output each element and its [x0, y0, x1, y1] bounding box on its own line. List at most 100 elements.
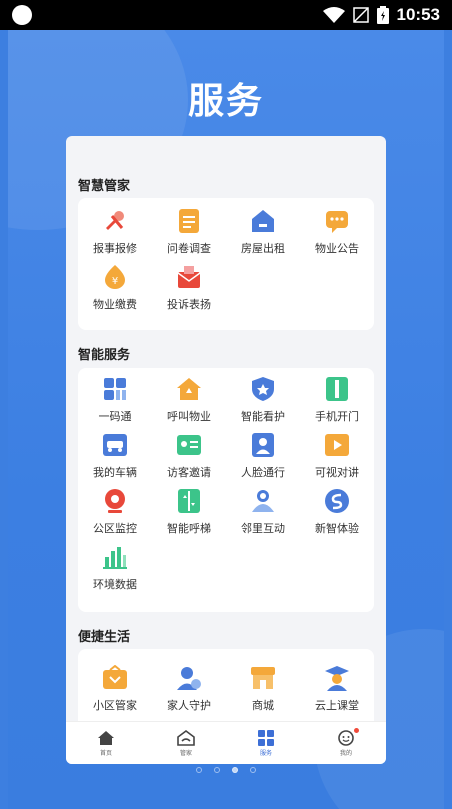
service-label: 物业缴费 — [93, 299, 137, 311]
section-title-convenient-life: 便捷生活 — [78, 629, 131, 644]
wifi-icon — [322, 7, 345, 23]
service-label: 商城 — [252, 700, 274, 712]
status-bar: 10:53 — [0, 0, 452, 30]
face-pass-icon — [250, 432, 276, 458]
service-item-phone-door[interactable]: 手机开门 — [300, 372, 374, 428]
service-label: 一码通 — [98, 411, 132, 423]
announcement-icon — [324, 208, 350, 234]
signal-off-icon — [352, 7, 369, 23]
service-item-repair[interactable]: 报事报修 — [78, 204, 152, 260]
service-item-public-monitor[interactable]: 公区监控 — [78, 484, 152, 540]
service-item-shop[interactable]: 商城 — [226, 661, 300, 717]
service-item-video-intercom[interactable]: 可视对讲 — [300, 428, 374, 484]
service-label: 人脸通行 — [241, 467, 285, 479]
service-item-neighbor[interactable]: 邻里互动 — [226, 484, 300, 540]
service-label: 问卷调查 — [167, 243, 211, 255]
online-class-icon — [324, 665, 350, 691]
status-notification-dot — [12, 5, 32, 25]
tab-label: 首页 — [99, 750, 112, 757]
service-item-community-butler[interactable]: 小区管家 — [78, 661, 152, 717]
service-item-family-guard[interactable]: 家人守护 — [152, 661, 226, 717]
service-label: 报事报修 — [93, 243, 137, 255]
tab-label: 服务 — [259, 750, 272, 757]
tab-label: 我的 — [339, 750, 352, 757]
service-label: 手机开门 — [315, 411, 359, 423]
complaint-mailbox-icon — [176, 264, 202, 290]
butler-tab-icon — [177, 729, 195, 746]
questionnaire-icon — [176, 208, 202, 234]
service-label: 可视对讲 — [315, 467, 359, 479]
service-label: 房屋出租 — [241, 243, 285, 255]
camera-icon — [102, 488, 128, 514]
tab-profile[interactable]: 我的 — [306, 722, 386, 764]
profile-icon — [338, 729, 354, 746]
wrench-screwdriver-icon — [102, 208, 128, 234]
section-smart-butler: 报事报修 问卷调查 房屋出租 物业公告 ¥ 物业缴费 投诉表扬 — [78, 198, 374, 330]
service-label: 呼叫物业 — [167, 411, 211, 423]
section-convenient-life: 小区管家 家人守护 商城 云上课堂 — [78, 649, 374, 721]
bottom-tab-bar: 首页 管家 服务 我的 — [66, 721, 386, 764]
service-grid-icon — [258, 729, 274, 746]
service-label: 智能看护 — [241, 411, 285, 423]
app-screen: 服务 智慧管家 报事报修 问卷调查 房屋出租 物业公告 ¥ 物业缴费 投诉表扬 … — [8, 30, 444, 809]
call-property-icon — [176, 376, 202, 402]
service-label: 家人守护 — [167, 700, 211, 712]
tab-butler[interactable]: 管家 — [146, 722, 226, 764]
section-title-smart-service: 智能服务 — [78, 347, 131, 362]
tab-service[interactable]: 服务 — [226, 722, 306, 764]
service-label: 环境数据 — [93, 579, 137, 591]
home-icon — [98, 730, 114, 745]
video-intercom-icon — [324, 432, 350, 458]
service-item-payment[interactable]: ¥ 物业缴费 — [78, 260, 152, 316]
page-dot[interactable] — [196, 767, 202, 773]
payment-icon: ¥ — [102, 264, 128, 290]
service-label: 投诉表扬 — [167, 299, 211, 311]
service-item-survey[interactable]: 问卷调查 — [152, 204, 226, 260]
service-label: 公区监控 — [93, 523, 137, 535]
experience-icon — [324, 488, 350, 514]
service-item-call-property[interactable]: 呼叫物业 — [152, 372, 226, 428]
service-item-visitor-invite[interactable]: 访客邀请 — [152, 428, 226, 484]
tab-label: 管家 — [179, 750, 192, 757]
page-dot-active[interactable] — [232, 767, 238, 773]
service-label: 云上课堂 — [315, 700, 359, 712]
page-indicator — [8, 767, 444, 773]
service-label: 小区管家 — [93, 700, 137, 712]
status-time: 10:53 — [396, 5, 440, 24]
section-title-smart-butler: 智慧管家 — [78, 178, 131, 193]
service-item-new-experience[interactable]: 新智体验 — [300, 484, 374, 540]
service-item-announcement[interactable]: 物业公告 — [300, 204, 374, 260]
service-label: 访客邀请 — [167, 467, 211, 479]
shop-icon — [250, 665, 276, 691]
car-icon — [102, 432, 128, 458]
service-label: 新智体验 — [315, 523, 359, 535]
section-smart-service: 一码通 呼叫物业 智能看护 手机开门 我的车辆 访客邀请 人脸通行 可视对讲 公… — [78, 368, 374, 612]
service-card: 智慧管家 报事报修 问卷调查 房屋出租 物业公告 ¥ 物业缴费 投诉表扬 智能服… — [66, 136, 386, 764]
page-title: 服务 — [187, 80, 264, 121]
page-dot[interactable] — [214, 767, 220, 773]
service-label: 邻里互动 — [241, 523, 285, 535]
service-item-qr-pass[interactable]: 一码通 — [78, 372, 152, 428]
service-label: 我的车辆 — [93, 467, 137, 479]
door-open-icon — [324, 376, 350, 402]
service-item-face-pass[interactable]: 人脸通行 — [226, 428, 300, 484]
service-item-complaint[interactable]: 投诉表扬 — [152, 260, 226, 316]
service-item-smart-care[interactable]: 智能看护 — [226, 372, 300, 428]
tab-home[interactable]: 首页 — [66, 722, 146, 764]
service-item-my-car[interactable]: 我的车辆 — [78, 428, 152, 484]
service-label: 物业公告 — [315, 243, 359, 255]
notification-badge — [354, 728, 359, 733]
family-guard-icon — [176, 665, 202, 691]
svg-text:¥: ¥ — [112, 276, 118, 287]
qr-code-icon — [102, 376, 128, 402]
service-item-online-class[interactable]: 云上课堂 — [300, 661, 374, 717]
neighbor-icon — [250, 488, 276, 514]
service-label: 智能呼梯 — [167, 523, 211, 535]
status-indicators: 10:53 — [322, 5, 440, 25]
service-item-house-rent[interactable]: 房屋出租 — [226, 204, 300, 260]
service-item-environment-data[interactable]: 环境数据 — [78, 540, 152, 596]
service-item-smart-elevator[interactable]: 智能呼梯 — [152, 484, 226, 540]
page-dot[interactable] — [250, 767, 256, 773]
butler-icon — [102, 665, 128, 691]
service-scroll-area[interactable]: 智慧管家 报事报修 问卷调查 房屋出租 物业公告 ¥ 物业缴费 投诉表扬 智能服… — [66, 136, 386, 721]
